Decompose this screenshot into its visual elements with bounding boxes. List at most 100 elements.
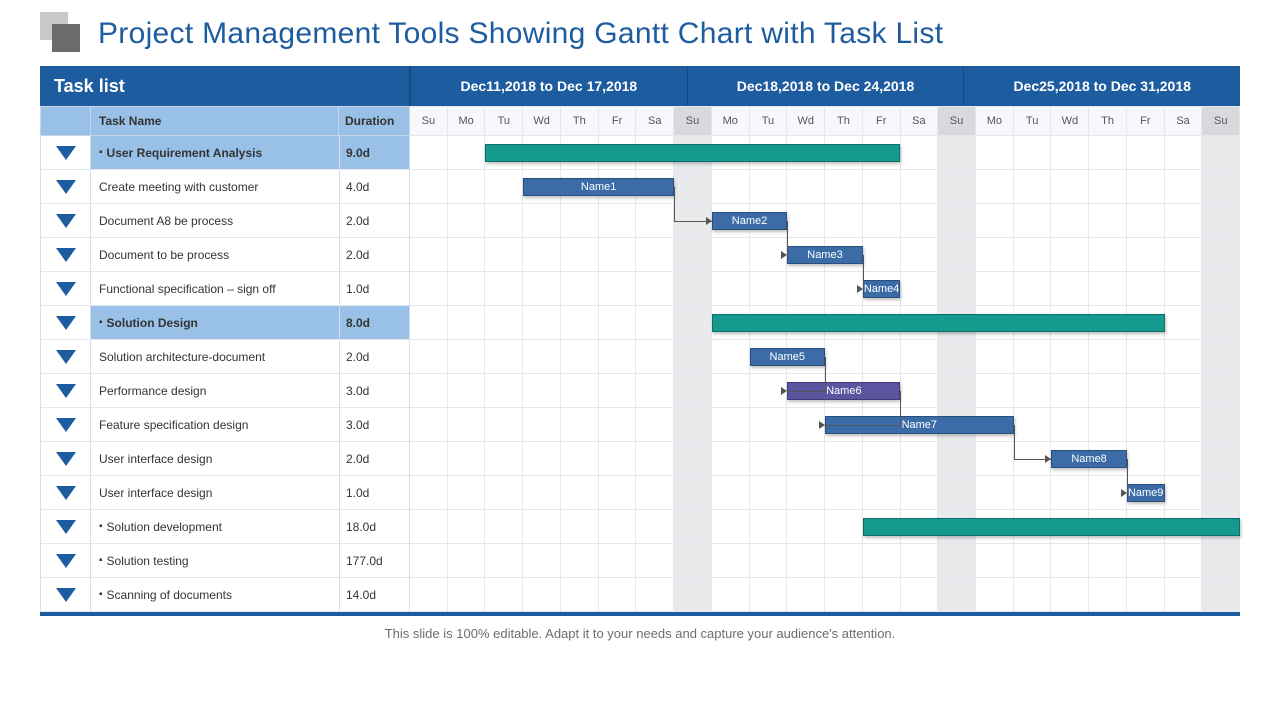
chevron-down-icon [56, 418, 76, 432]
task-row: Scanning of documents14.0d [40, 578, 1240, 612]
gantt-day-header: Task Name Duration SuMoTuWdThFrSaSuMoTuW… [40, 106, 1240, 136]
day-header-cell: Tu [1014, 106, 1052, 136]
chevron-down-icon [56, 486, 76, 500]
chevron-down-icon [56, 384, 76, 398]
chevron-down-icon [56, 214, 76, 228]
title-decor-icon [40, 12, 84, 56]
expand-icon[interactable] [40, 544, 90, 578]
day-header-cell: Su [410, 106, 448, 136]
task-name: Document to be process [90, 238, 339, 272]
expand-icon[interactable] [40, 170, 90, 204]
day-header-cell: Th [561, 106, 599, 136]
day-header-cell: Wd [1051, 106, 1089, 136]
day-header-cell: Fr [1127, 106, 1165, 136]
expand-icon[interactable] [40, 340, 90, 374]
day-header-cell: Mo [976, 106, 1014, 136]
chevron-down-icon [56, 452, 76, 466]
expand-icon[interactable] [40, 306, 90, 340]
header-tasklist: Task list [40, 66, 410, 106]
day-header-cell: Fr [863, 106, 901, 136]
header-period: Dec25,2018 to Dec 31,2018 [963, 66, 1240, 106]
expand-icon[interactable] [40, 238, 90, 272]
day-header-cell: Wd [787, 106, 825, 136]
expand-icon[interactable] [40, 476, 90, 510]
expand-icon[interactable] [40, 272, 90, 306]
task-name: Solution Design [90, 306, 339, 340]
task-duration: 8.0d [339, 306, 409, 340]
task-row: Performance design3.0d [40, 374, 1240, 408]
task-row: User interface design1.0d [40, 476, 1240, 510]
gantt-header: Task list Dec11,2018 to Dec 17,2018Dec18… [40, 66, 1240, 106]
expand-icon[interactable] [40, 136, 90, 170]
task-duration: 1.0d [339, 476, 409, 510]
task-name: Document A8 be process [90, 204, 339, 238]
task-name: Functional specification – sign off [90, 272, 339, 306]
day-header-cell: Tu [485, 106, 523, 136]
task-row: Solution testing177.0d [40, 544, 1240, 578]
chevron-down-icon [56, 588, 76, 602]
day-header-cell: Fr [599, 106, 637, 136]
task-name: Solution development [90, 510, 339, 544]
task-duration: 177.0d [339, 544, 409, 578]
chevron-down-icon [56, 554, 76, 568]
day-header-cell: Sa [636, 106, 674, 136]
day-header-cell: Su [1202, 106, 1240, 136]
task-duration: 4.0d [339, 170, 409, 204]
task-duration: 2.0d [339, 340, 409, 374]
expand-icon[interactable] [40, 374, 90, 408]
day-header-cell: Su [674, 106, 712, 136]
day-header-cell: Mo [448, 106, 486, 136]
task-row: Solution development18.0d [40, 510, 1240, 544]
chevron-down-icon [56, 316, 76, 330]
day-header-cell: Wd [523, 106, 561, 136]
expand-icon[interactable] [40, 578, 90, 612]
task-duration: 2.0d [339, 204, 409, 238]
chevron-down-icon [56, 520, 76, 534]
day-header-cell: Sa [1165, 106, 1203, 136]
slide-title: Project Management Tools Showing Gantt C… [98, 17, 943, 51]
task-name: Solution testing [90, 544, 339, 578]
task-name: Feature specification design [90, 408, 339, 442]
col-header-name: Task Name [91, 107, 339, 135]
task-duration: 14.0d [339, 578, 409, 612]
slide-title-row: Project Management Tools Showing Gantt C… [40, 0, 1240, 60]
chevron-down-icon [56, 350, 76, 364]
task-row: Feature specification design3.0d [40, 408, 1240, 442]
task-row: Solution architecture-document2.0d [40, 340, 1240, 374]
task-row: User interface design2.0d [40, 442, 1240, 476]
gantt-chart: Task list Dec11,2018 to Dec 17,2018Dec18… [40, 66, 1240, 616]
day-header-cell: Sa [901, 106, 939, 136]
expand-icon[interactable] [40, 442, 90, 476]
expand-icon[interactable] [40, 510, 90, 544]
task-name: User interface design [90, 442, 339, 476]
task-duration: 9.0d [339, 136, 409, 170]
day-header-cell: Mo [712, 106, 750, 136]
task-row: Solution Design8.0d [40, 306, 1240, 340]
chevron-down-icon [56, 282, 76, 296]
task-duration: 3.0d [339, 374, 409, 408]
task-row: Functional specification – sign off1.0d [40, 272, 1240, 306]
task-name: Solution architecture-document [90, 340, 339, 374]
task-name: User Requirement Analysis [90, 136, 339, 170]
task-duration: 2.0d [339, 442, 409, 476]
task-row: Create meeting with customer4.0d [40, 170, 1240, 204]
task-row: User Requirement Analysis9.0d [40, 136, 1240, 170]
header-period: Dec18,2018 to Dec 24,2018 [687, 66, 964, 106]
expand-icon[interactable] [40, 408, 90, 442]
day-header-cell: Th [825, 106, 863, 136]
expand-icon[interactable] [40, 204, 90, 238]
chevron-down-icon [56, 146, 76, 160]
task-name: Create meeting with customer [90, 170, 339, 204]
footer-note: This slide is 100% editable. Adapt it to… [40, 626, 1240, 641]
day-header-cell: Tu [750, 106, 788, 136]
task-row: Document A8 be process2.0d [40, 204, 1240, 238]
day-header-cell: Th [1089, 106, 1127, 136]
task-duration: 1.0d [339, 272, 409, 306]
task-row: Document to be process2.0d [40, 238, 1240, 272]
col-header-duration: Duration [339, 107, 409, 135]
header-period: Dec11,2018 to Dec 17,2018 [410, 66, 687, 106]
task-duration: 2.0d [339, 238, 409, 272]
chevron-down-icon [56, 248, 76, 262]
task-name: Scanning of documents [90, 578, 339, 612]
task-duration: 18.0d [339, 510, 409, 544]
